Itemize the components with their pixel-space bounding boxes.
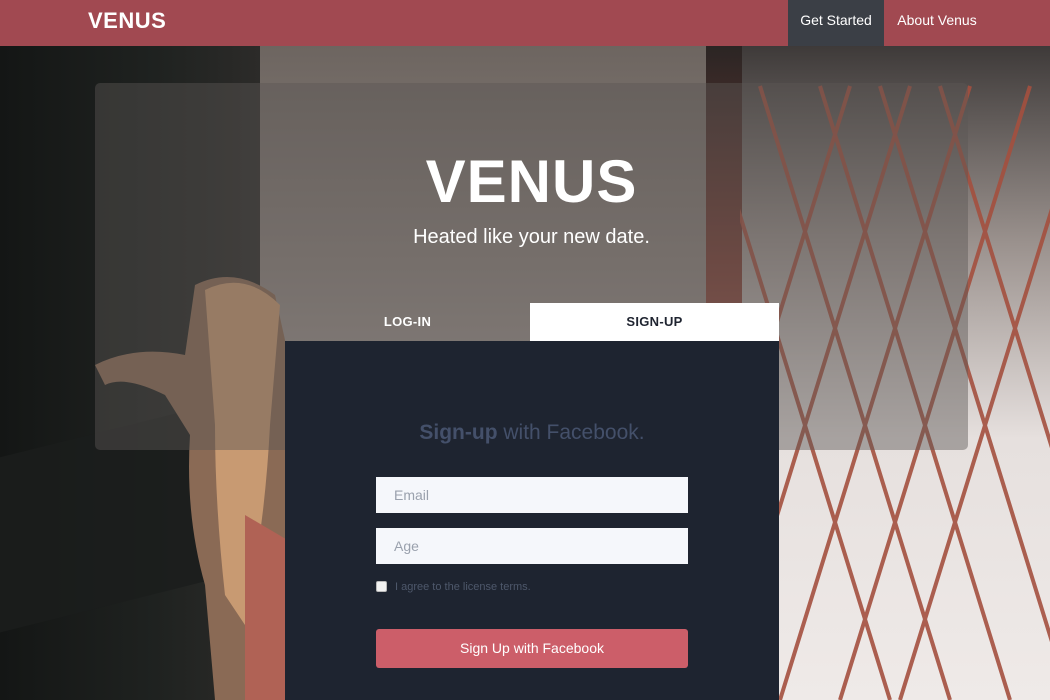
signup-facebook-button[interactable]: Sign Up with Facebook — [376, 629, 688, 668]
brand-logo[interactable]: VENUS — [88, 0, 166, 46]
age-field[interactable] — [376, 528, 688, 564]
hero-subtitle: Heated like your new date. — [413, 226, 650, 248]
hero-title: VENUS — [425, 148, 638, 215]
tab-signup[interactable]: SIGN-UP — [530, 303, 779, 341]
tab-login[interactable]: LOG-IN — [285, 303, 530, 341]
form-title-rest: with Facebook. — [503, 421, 645, 444]
form-title: Sign-up with Facebook. — [285, 421, 779, 445]
nav-get-started[interactable]: Get Started — [788, 0, 884, 46]
nav-about-venus[interactable]: About Venus — [884, 0, 990, 46]
agree-checkbox[interactable] — [376, 581, 387, 592]
email-field[interactable] — [376, 477, 688, 513]
signup-form: Sign-up with Facebook. I agree to the li… — [285, 341, 779, 700]
agree-label[interactable]: I agree to the license terms. — [395, 580, 531, 594]
form-title-strong: Sign-up — [419, 421, 498, 444]
navbar: VENUS Get Started About Venus — [0, 0, 1050, 46]
